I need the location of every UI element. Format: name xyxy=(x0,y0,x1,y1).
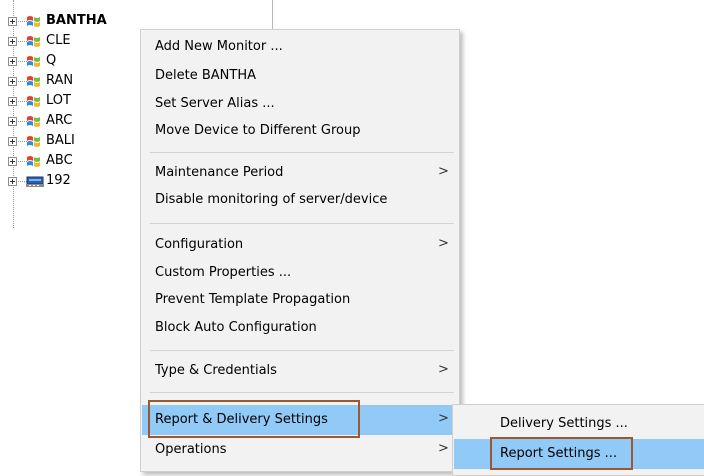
menu-item-label: Disable monitoring of server/device xyxy=(155,192,388,207)
menu-item-disable-monitoring[interactable]: Disable monitoring of server/device xyxy=(142,185,458,215)
expand-plus-icon[interactable] xyxy=(8,177,17,186)
menu-item-maintenance-period[interactable]: Maintenance Period > xyxy=(142,158,458,188)
tree-node-label[interactable]: BANTHA xyxy=(46,13,107,28)
menu-item-label: Maintenance Period xyxy=(155,165,284,180)
menu-item-label: Prevent Template Propagation xyxy=(155,292,351,307)
expand-plus-icon[interactable] xyxy=(8,97,17,106)
menu-item-label: Set Server Alias ... xyxy=(155,96,275,111)
windows-server-icon xyxy=(27,36,40,47)
menu-item-label: Configuration xyxy=(155,237,244,252)
menu-item-move-device[interactable]: Move Device to Different Group xyxy=(142,116,458,146)
annotation-highlight-box xyxy=(490,437,633,470)
menu-item-label: Block Auto Configuration xyxy=(155,320,317,335)
windows-server-icon xyxy=(27,156,40,167)
expand-plus-icon[interactable] xyxy=(8,17,17,26)
expand-plus-icon[interactable] xyxy=(8,77,17,86)
menu-item-block-auto-configuration[interactable]: Block Auto Configuration xyxy=(142,313,458,343)
network-device-icon xyxy=(26,176,44,187)
submenu-arrow-icon: > xyxy=(438,441,449,456)
menu-item-label: Operations xyxy=(155,442,227,457)
menu-item-set-server-alias[interactable]: Set Server Alias ... xyxy=(142,89,458,119)
expand-plus-icon[interactable] xyxy=(8,117,17,126)
submenu-arrow-icon: > xyxy=(438,411,449,426)
tree-node-label[interactable]: Q xyxy=(46,53,56,68)
menu-item-label: Delivery Settings ... xyxy=(500,416,628,431)
menu-item-label: Type & Credentials xyxy=(155,363,277,378)
submenu-arrow-icon: > xyxy=(438,164,449,179)
windows-server-icon xyxy=(27,76,40,87)
windows-server-icon xyxy=(27,56,40,67)
menu-item-add-new-monitor[interactable]: Add New Monitor ... xyxy=(142,32,458,62)
submenu-arrow-icon: > xyxy=(438,236,449,251)
menu-item-label: Move Device to Different Group xyxy=(155,123,361,138)
expand-plus-icon[interactable] xyxy=(8,37,17,46)
menu-item-configuration[interactable]: Configuration > xyxy=(142,230,458,260)
tree-node-label[interactable]: ARC xyxy=(46,113,72,128)
windows-server-icon xyxy=(27,116,40,127)
menu-separator xyxy=(150,152,454,153)
menu-item-custom-properties[interactable]: Custom Properties ... xyxy=(142,258,458,288)
tree-node-label[interactable]: RAN xyxy=(46,73,73,88)
windows-server-icon xyxy=(27,136,40,147)
submenu-item-delivery-settings[interactable]: Delivery Settings ... xyxy=(454,409,704,439)
tree-node-label[interactable]: BALI xyxy=(46,133,75,148)
menu-item-delete[interactable]: Delete BANTHA xyxy=(142,61,458,91)
tree-node-label[interactable]: 192 xyxy=(46,173,71,188)
tree-node-label[interactable]: ABC xyxy=(46,153,73,168)
menu-separator xyxy=(150,223,454,224)
submenu-arrow-icon: > xyxy=(438,362,449,377)
menu-item-label: Add New Monitor ... xyxy=(155,39,283,54)
expand-plus-icon[interactable] xyxy=(8,57,17,66)
menu-separator xyxy=(150,350,454,351)
windows-server-icon xyxy=(27,96,40,107)
annotation-highlight-box xyxy=(148,400,360,438)
expand-plus-icon[interactable] xyxy=(8,157,17,166)
menu-item-label: Delete BANTHA xyxy=(155,68,256,83)
windows-server-icon xyxy=(27,16,40,27)
menu-separator xyxy=(150,392,454,393)
tree-node-label[interactable]: LOT xyxy=(46,93,71,108)
tree-node-label[interactable]: CLE xyxy=(46,33,71,48)
menu-item-operations[interactable]: Operations > xyxy=(142,435,458,465)
menu-item-prevent-template-propagation[interactable]: Prevent Template Propagation xyxy=(142,285,458,315)
menu-item-label: Custom Properties ... xyxy=(155,265,292,280)
menu-item-type-credentials[interactable]: Type & Credentials > xyxy=(142,356,458,386)
expand-plus-icon[interactable] xyxy=(8,137,17,146)
